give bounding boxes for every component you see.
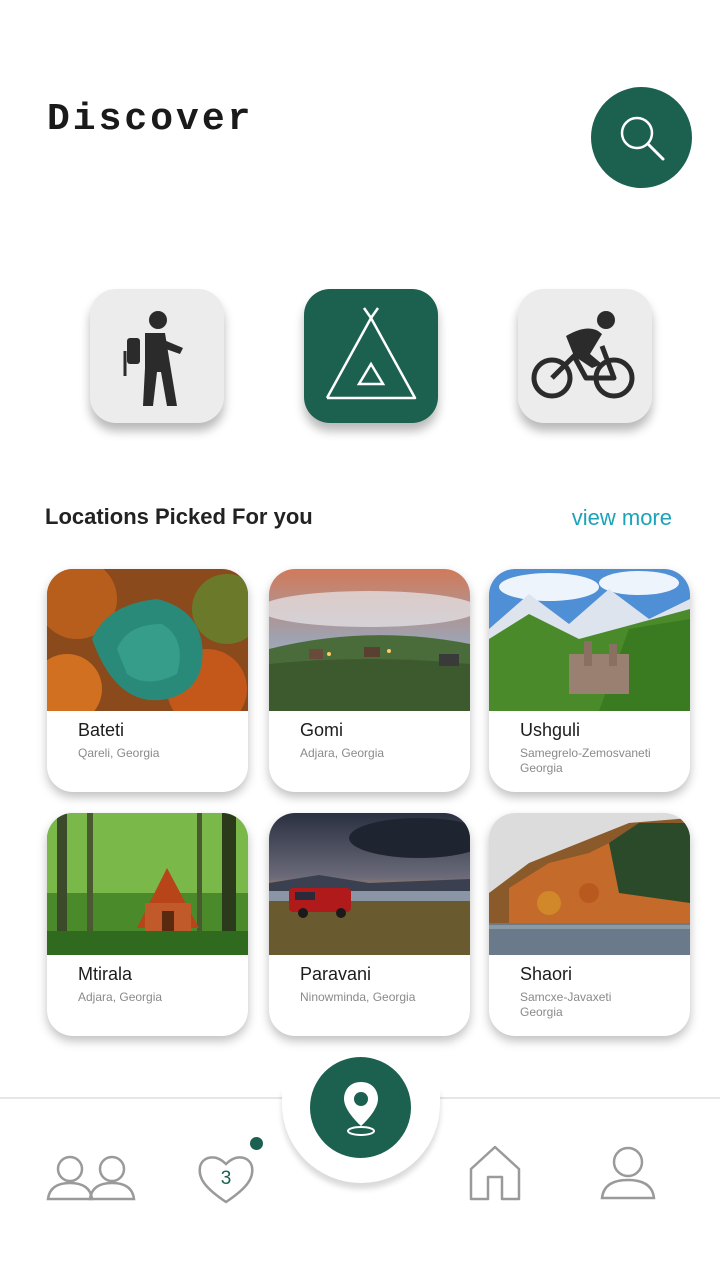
nav-profile-button[interactable] [600,1144,656,1207]
location-region: Adjara, Georgia [300,746,385,760]
location-card-bateti[interactable]: Bateti Qareli, Georgia [47,569,248,792]
home-icon [469,1145,521,1201]
section-title: Locations Picked For you [45,504,313,529]
location-photo [269,569,470,711]
category-camping-button[interactable] [304,289,438,423]
search-button[interactable] [591,87,692,188]
cyclist-icon [531,311,635,399]
nav-home-button[interactable] [468,1144,522,1207]
location-card-mtirala[interactable]: Mtirala Adjara, Georgia [47,813,248,1036]
notification-dot [250,1137,263,1150]
location-photo [269,813,470,955]
location-card-ushguli[interactable]: Ushguli Samegrelo-Zemosvaneti Georgia [489,569,690,792]
hiker-icon [123,311,183,406]
location-region: Samegrelo-Zemosvaneti Georgia [520,746,651,775]
favorites-count: 3 [220,1168,232,1189]
profile-icon [600,1146,656,1200]
location-name: Ushguli [520,720,581,740]
location-photo [489,813,690,955]
nav-favorites-button[interactable]: 3 [195,1148,257,1210]
nav-friends-button[interactable] [46,1153,136,1208]
location-name: Bateti [78,720,125,740]
location-card-paravani[interactable]: Paravani Ninowminda, Georgia [269,813,470,1036]
location-region: Adjara, Georgia [78,990,163,1004]
location-photo [47,569,248,711]
category-hiking-button[interactable] [90,289,224,423]
location-region: Qareli, Georgia [78,746,160,760]
location-region: Ninowminda, Georgia [300,990,416,1004]
location-name: Mtirala [78,964,133,984]
location-photo [47,813,248,955]
location-region: Samcxe-Javaxeti Georgia [520,990,612,1019]
view-more-link[interactable]: view more [572,505,672,531]
map-pin-icon [343,1081,378,1136]
location-card-shaori[interactable]: Shaori Samcxe-Javaxeti Georgia [489,813,690,1036]
location-name: Gomi [300,720,344,740]
tent-icon [325,307,417,400]
map-location-button[interactable] [310,1057,411,1158]
location-name: Shaori [520,964,573,984]
location-name: Paravani [300,964,372,984]
location-photo [489,569,690,711]
page-title: Discover [47,98,254,141]
location-card-gomi[interactable]: Gomi Adjara, Georgia [269,569,470,792]
search-icon [620,116,664,160]
category-cycling-button[interactable] [518,289,652,423]
friends-icon [46,1155,136,1201]
